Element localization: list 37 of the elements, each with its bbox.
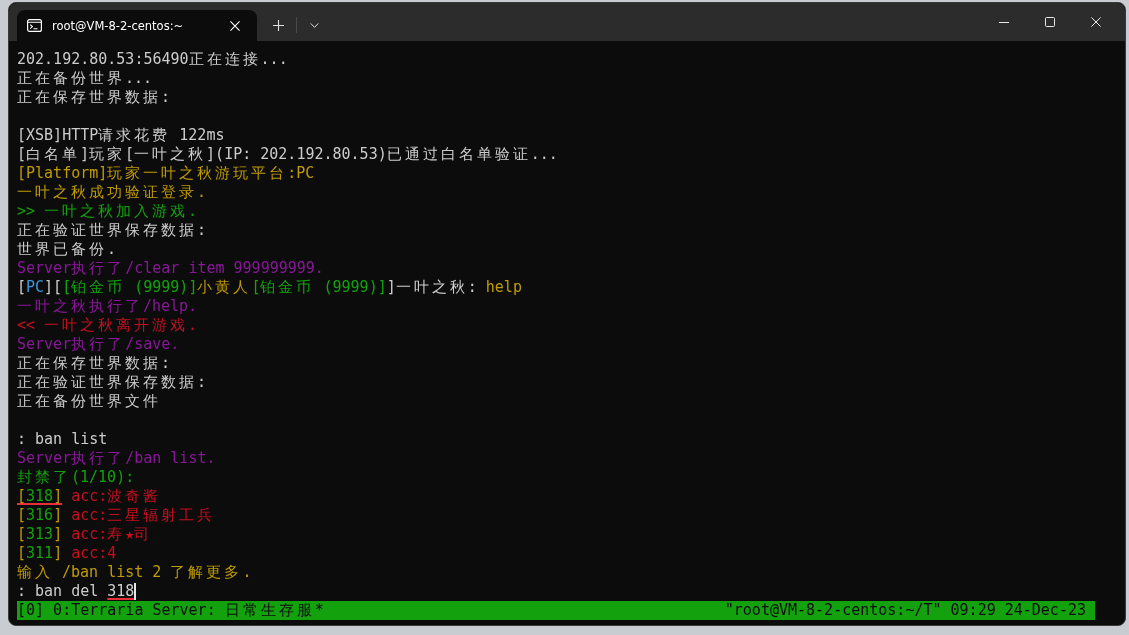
minimize-icon — [999, 21, 1009, 23]
plus-icon — [272, 19, 284, 31]
terminal-line: 正在保存世界数据: — [17, 88, 171, 107]
terminal-line: [白名单]玩家[一叶之秋](IP: 202.192.80.53)已通过白名单验证... — [17, 145, 558, 164]
terminal-line: 正在备份世界... — [17, 69, 153, 88]
close-icon — [1091, 17, 1101, 27]
terminal-line: [318] acc:波奇酱 — [17, 487, 162, 506]
terminal-line: 封禁了(1/10): — [17, 468, 135, 487]
terminal-line: [311] acc:4 — [17, 544, 117, 563]
host-clock-label: "root@VM-8-2-centos:~/T" 09:29 24-Dec-23 — [724, 601, 1086, 620]
session-label: [0] 0:Terraria Server: 日常生存服* — [17, 601, 324, 620]
terminal-line: 一叶之秋成功验证登录. — [17, 183, 207, 202]
maximize-icon — [1045, 17, 1055, 27]
terminal-line: [XSB]HTTP请求花费 122ms — [17, 126, 225, 145]
terminal-line: 一叶之秋执行了/help. — [17, 297, 198, 316]
terminal-line: << 一叶之秋离开游戏. — [17, 316, 198, 335]
terminal-line: [313] acc:寿★司 — [17, 525, 153, 544]
console-icon — [27, 19, 42, 32]
terminal-line: >> 一叶之秋加入游戏. — [17, 202, 198, 221]
terminal-line: 世界已备份. — [17, 240, 117, 259]
terminal-line: 正在验证世界保存数据: — [17, 221, 207, 240]
terminal-line: Server执行了/clear item 999999999. — [17, 259, 324, 278]
terminal-tab[interactable]: root@VM-8-2-centos:~ — [17, 10, 257, 41]
terminal-line: [316] acc:三星辐射工兵 — [17, 506, 216, 525]
terminal-line: Server执行了/ban list. — [17, 449, 216, 468]
terminal-line: 202.192.80.53:56490正在连接... — [17, 50, 288, 69]
terminal-line: [Platform]玩家一叶之秋游玩平台:PC — [17, 164, 315, 183]
terminal-line: 正在验证世界保存数据: — [17, 373, 207, 392]
chevron-down-icon — [309, 22, 319, 28]
terminal-line: 输入 /ban list 2 了解更多. — [17, 563, 252, 582]
terminal-line: [PC][[铂金币 (9999)]小黄人[铂金币 (9999)]]一叶之秋: help — [17, 278, 522, 297]
terminal-line: : ban list — [17, 430, 108, 449]
terminal-line: 正在备份世界文件 — [17, 392, 161, 411]
terminal-line: Server执行了/save. — [17, 335, 180, 354]
terminal-line: 正在保存世界数据: — [17, 354, 171, 373]
command-input-line[interactable]: : ban del 318 — [17, 582, 135, 601]
close-icon — [230, 20, 240, 31]
